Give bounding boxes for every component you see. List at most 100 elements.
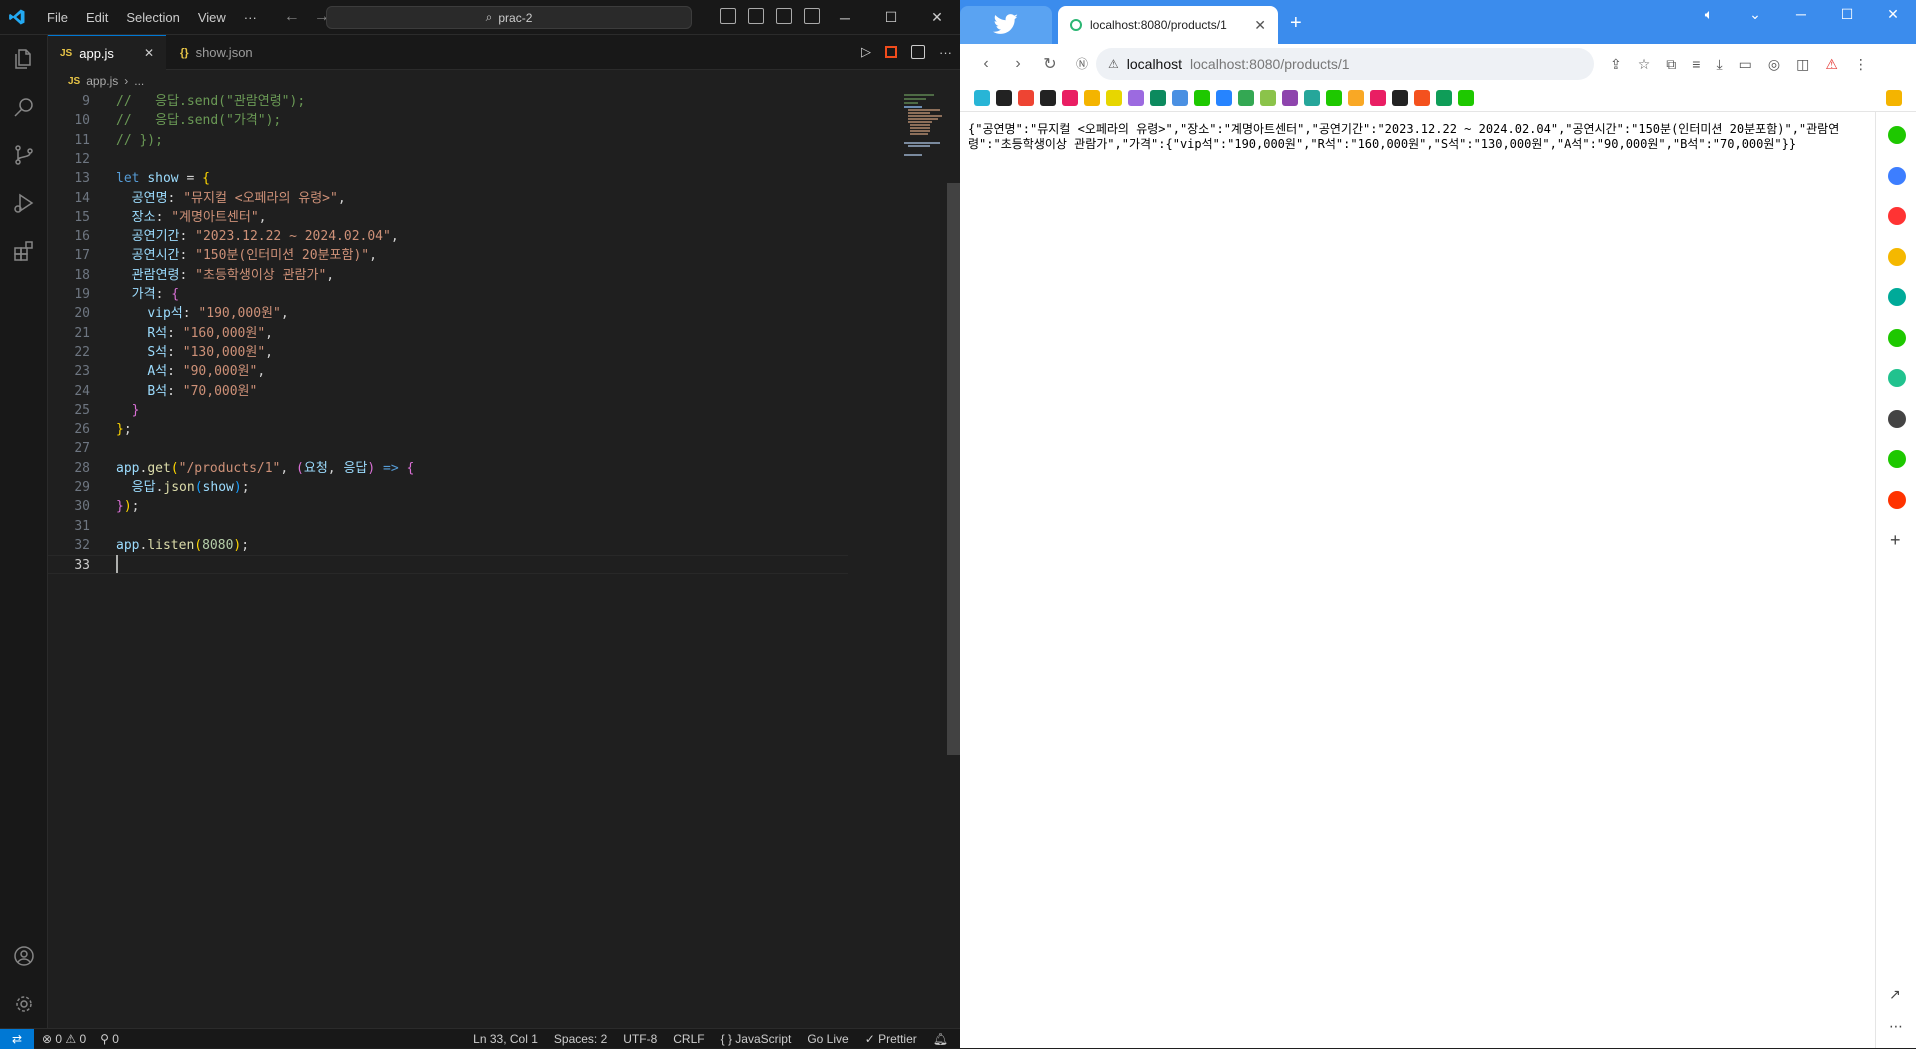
forward-icon[interactable]: ›	[1002, 55, 1034, 73]
problems-status[interactable]: ⊗ 0 ⚠ 0	[42, 1032, 86, 1046]
menu-view[interactable]: View	[189, 0, 235, 35]
sidebar-app-icon[interactable]	[1888, 328, 1906, 347]
bookmark-favicon-icon[interactable]	[996, 89, 1012, 106]
bookmark-favicon-icon[interactable]	[1282, 89, 1298, 106]
bookmark-favicon-icon[interactable]	[1018, 89, 1034, 106]
extensions-icon[interactable]: ⧉	[1666, 56, 1676, 73]
editor-scrollbar[interactable]	[947, 183, 960, 755]
code-line[interactable]: 28 app.get("/products/1", (요청, 응답) => {	[48, 459, 848, 478]
sidebar-app-icon[interactable]	[1888, 247, 1906, 266]
explorer-icon[interactable]	[0, 35, 48, 83]
sidebar-app-icon[interactable]	[1888, 369, 1906, 387]
code-line[interactable]: 24 B석: "70,000원"	[48, 382, 848, 401]
bookmark-favicon-icon[interactable]	[1326, 89, 1342, 106]
close-icon[interactable]: ✕	[914, 0, 960, 35]
capture-icon[interactable]: ▭	[1739, 56, 1752, 73]
back-arrow-icon[interactable]: ←	[284, 8, 300, 26]
sidebar-more-icon[interactable]: ⋯	[1889, 1018, 1903, 1035]
tab-close-icon[interactable]: ✕	[1254, 17, 1266, 34]
reload-icon[interactable]: ↻	[1034, 54, 1066, 74]
code-line[interactable]: 32 app.listen(8080);	[48, 536, 848, 555]
sidebar-app-icon[interactable]	[1888, 166, 1906, 185]
maximize-icon[interactable]: ☐	[1824, 0, 1870, 28]
site-info-icon[interactable]: ⚠︎	[1108, 57, 1119, 71]
naver-n-icon[interactable]: Ⓝ	[1066, 55, 1098, 72]
close-icon[interactable]: ✕	[1870, 0, 1916, 28]
bookmark-folder-icon[interactable]	[1886, 89, 1902, 106]
bookmark-favicon-icon[interactable]	[1106, 89, 1122, 106]
code-line[interactable]: 18 관람연령: "초등학생이상 관람가",	[48, 266, 848, 285]
tab-close-icon[interactable]: ✕	[144, 46, 154, 60]
bookmark-favicon-icon[interactable]	[1304, 89, 1320, 106]
code-line[interactable]: 27	[48, 439, 848, 458]
sidebar-app-icon[interactable]	[1888, 288, 1906, 306]
bookmark-favicon-icon[interactable]	[1348, 89, 1364, 106]
split-view-icon[interactable]: ◫	[1796, 56, 1809, 73]
back-icon[interactable]: ‹	[970, 55, 1002, 73]
code-line[interactable]: 20 vip석: "190,000원",	[48, 304, 848, 323]
bookmark-favicon-icon[interactable]	[1172, 89, 1188, 106]
breadcrumb-rest[interactable]: ...	[134, 74, 144, 88]
menu-dots-icon[interactable]: ⋮	[1854, 56, 1868, 73]
code-line[interactable]: 23 A석: "90,000원",	[48, 362, 848, 381]
bookmark-favicon-icon[interactable]	[1062, 89, 1078, 106]
twitter-tab[interactable]	[960, 6, 1052, 44]
code-line[interactable]: 9 // 응답.send("관람연령");	[48, 92, 848, 111]
code-line[interactable]: 17 공연시간: "150분(인터미션 20분포함)",	[48, 246, 848, 265]
bookmark-favicon-icon[interactable]	[1216, 89, 1232, 106]
menu-edit[interactable]: Edit	[77, 0, 117, 35]
encoding[interactable]: UTF-8	[623, 1032, 657, 1046]
bookmark-favicon-icon[interactable]	[1238, 89, 1254, 106]
command-center[interactable]: ⌕ prac-2	[326, 6, 692, 29]
code-line[interactable]: 29 응답.json(show);	[48, 478, 848, 497]
code-line[interactable]: 33	[48, 555, 848, 575]
favorites-icon[interactable]: ☆	[1638, 56, 1651, 73]
toggle-secondary-sidebar-icon[interactable]	[776, 8, 792, 24]
code-line[interactable]: 31	[48, 517, 848, 536]
notifications-bell-icon[interactable]: 🔔︎	[933, 1032, 948, 1046]
open-external-icon[interactable]: ↗	[1889, 986, 1901, 1003]
new-tab-plus-icon[interactable]: +	[1290, 12, 1302, 35]
code-line[interactable]: 10 // 응답.send("가격");	[48, 111, 848, 130]
breadcrumb-file[interactable]: app.js	[86, 74, 118, 88]
go-live-button[interactable]: Go Live	[807, 1032, 848, 1046]
toggle-panel-icon[interactable]	[748, 8, 764, 24]
prettier-status[interactable]: ✓ Prettier	[865, 1032, 917, 1046]
account-icon[interactable]	[0, 932, 48, 980]
bookmark-favicon-icon[interactable]	[1084, 89, 1100, 106]
menu-file[interactable]: File	[38, 0, 77, 35]
minimize-icon[interactable]: ─	[822, 0, 868, 35]
extensions-icon[interactable]	[0, 227, 48, 275]
stop-icon[interactable]	[885, 46, 897, 58]
ports-status[interactable]: ⚲ 0	[100, 1032, 119, 1046]
bookmark-favicon-icon[interactable]	[1436, 89, 1452, 106]
split-editor-icon[interactable]	[911, 45, 925, 59]
code-line[interactable]: 25 }	[48, 401, 848, 420]
code-line[interactable]: 12	[48, 150, 848, 169]
bookmark-favicon-icon[interactable]	[1458, 89, 1474, 106]
screenshot-icon[interactable]: ◎	[1768, 56, 1780, 73]
sidebar-app-icon[interactable]	[1888, 490, 1906, 509]
share-icon[interactable]: ⇪	[1610, 56, 1622, 73]
source-control-icon[interactable]	[0, 131, 48, 179]
tab-app-js[interactable]: JS app.js ✕	[48, 35, 166, 70]
tab-show-json[interactable]: {} show.json	[168, 35, 278, 70]
bookmark-favicon-icon[interactable]	[974, 89, 990, 106]
code-line[interactable]: 11 // });	[48, 131, 848, 150]
run-icon[interactable]: ▷	[861, 44, 871, 60]
code-line[interactable]: 13 let show = {	[48, 169, 848, 188]
cursor-position[interactable]: Ln 33, Col 1	[473, 1032, 538, 1046]
toggle-primary-sidebar-icon[interactable]	[720, 8, 736, 24]
download-icon[interactable]: ⤓	[1716, 56, 1722, 73]
code-line[interactable]: 21 R석: "160,000원",	[48, 324, 848, 343]
code-line[interactable]: 14 공연명: "뮤지컬 <오페라의 유령>",	[48, 189, 848, 208]
code-line[interactable]: 22 S석: "130,000원",	[48, 343, 848, 362]
minimap[interactable]	[904, 92, 964, 162]
end-of-line[interactable]: CRLF	[673, 1032, 704, 1046]
code-line[interactable]: 15 장소: "계명아트센터",	[48, 208, 848, 227]
minimize-icon[interactable]: ─	[1778, 0, 1824, 28]
remote-icon[interactable]: ⇄	[0, 1028, 34, 1049]
sidebar-app-icon[interactable]	[1888, 409, 1906, 428]
volume-icon[interactable]: 🔈︎	[1686, 0, 1732, 28]
bookmark-favicon-icon[interactable]	[1194, 89, 1210, 106]
